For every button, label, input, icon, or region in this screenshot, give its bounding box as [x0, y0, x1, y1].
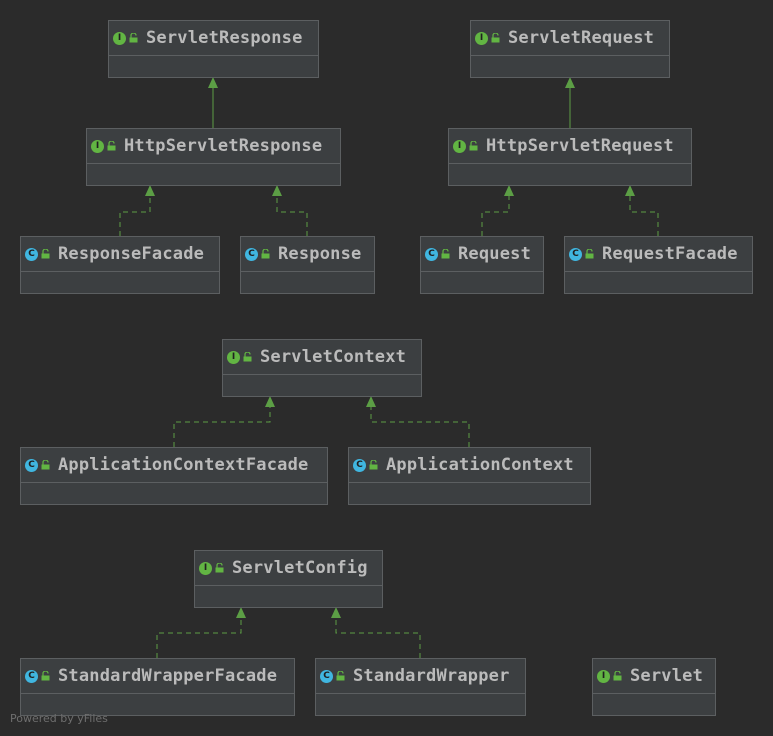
node-name: StandardWrapperFacade	[58, 666, 278, 686]
public-lock-icon	[585, 249, 594, 259]
class-icon: C	[569, 247, 582, 261]
node-standard-wrapper[interactable]: C StandardWrapper	[315, 658, 526, 716]
node-name: Servlet	[630, 666, 704, 686]
node-members	[87, 164, 340, 185]
node-name: Response	[278, 244, 362, 264]
public-lock-icon	[469, 141, 478, 151]
edge-response-facade-implements	[119, 196, 151, 236]
interface-icon: I	[475, 31, 488, 45]
node-members	[565, 272, 752, 293]
public-lock-icon	[215, 563, 224, 573]
node-request[interactable]: C Request	[420, 236, 544, 294]
node-members	[195, 586, 382, 607]
node-name: ServletRequest	[508, 28, 655, 48]
node-request-facade[interactable]: C RequestFacade	[564, 236, 753, 294]
arrowhead	[208, 77, 218, 88]
public-lock-icon	[41, 460, 50, 470]
node-members	[316, 694, 525, 715]
node-members	[223, 375, 421, 396]
node-members	[471, 56, 669, 77]
edge-app-context-implements	[370, 407, 470, 447]
interface-icon: I	[453, 139, 466, 153]
edge-std-wrapper-implements	[335, 618, 421, 658]
public-lock-icon	[491, 33, 500, 43]
node-response-facade[interactable]: C ResponseFacade	[20, 236, 220, 294]
edge-app-context-facade-implements	[173, 407, 271, 447]
node-servlet-config[interactable]: I ServletConfig	[194, 550, 383, 608]
node-standard-wrapper-facade[interactable]: C StandardWrapperFacade	[20, 658, 295, 716]
node-http-servlet-request[interactable]: I HttpServletRequest	[448, 128, 692, 186]
public-lock-icon	[41, 249, 50, 259]
class-icon: C	[25, 247, 38, 261]
node-name: HttpServletRequest	[486, 136, 674, 156]
node-name: ApplicationContextFacade	[58, 455, 309, 475]
class-icon: C	[25, 669, 38, 683]
arrowhead	[366, 396, 376, 407]
public-lock-icon	[613, 671, 622, 681]
class-icon: C	[245, 247, 258, 261]
node-servlet-request[interactable]: I ServletRequest	[470, 20, 670, 78]
edge-request-facade-implements	[629, 196, 659, 236]
node-name: HttpServletResponse	[124, 136, 323, 156]
arrowhead	[625, 185, 635, 196]
node-members	[593, 694, 715, 715]
edge-response-implements	[276, 196, 308, 236]
node-members	[449, 164, 691, 185]
arrowhead	[145, 185, 155, 196]
public-lock-icon	[336, 671, 345, 681]
edge-request-implements	[481, 196, 510, 236]
powered-by-label: Powered by yFiles	[10, 712, 108, 725]
node-members	[21, 483, 327, 504]
node-members	[349, 483, 590, 504]
node-name: ServletConfig	[232, 558, 368, 578]
interface-icon: I	[227, 350, 240, 364]
arrowhead	[236, 607, 246, 618]
arrowhead	[504, 185, 514, 196]
edge-std-wrapper-facade-implements	[156, 618, 242, 658]
arrowhead	[565, 77, 575, 88]
node-name: StandardWrapper	[353, 666, 510, 686]
public-lock-icon	[243, 352, 252, 362]
interface-icon: I	[199, 561, 212, 575]
node-application-context[interactable]: C ApplicationContext	[348, 447, 591, 505]
node-name: Request	[458, 244, 532, 264]
public-lock-icon	[107, 141, 116, 151]
node-servlet-response[interactable]: I ServletResponse	[108, 20, 319, 78]
class-icon: C	[320, 669, 333, 683]
node-name: ApplicationContext	[386, 455, 574, 475]
node-name: ServletContext	[260, 347, 407, 367]
node-name: RequestFacade	[602, 244, 738, 264]
node-name: ResponseFacade	[58, 244, 205, 264]
node-members	[109, 56, 318, 77]
public-lock-icon	[129, 33, 138, 43]
arrowhead	[331, 607, 341, 618]
arrowhead	[272, 185, 282, 196]
interface-icon: I	[597, 669, 610, 683]
node-name: ServletResponse	[146, 28, 303, 48]
node-members	[21, 272, 219, 293]
node-members	[421, 272, 543, 293]
public-lock-icon	[41, 671, 50, 681]
node-application-context-facade[interactable]: C ApplicationContextFacade	[20, 447, 328, 505]
class-icon: C	[25, 458, 38, 472]
node-members	[241, 272, 374, 293]
class-icon: C	[353, 458, 366, 472]
class-icon: C	[425, 247, 438, 261]
arrowhead	[265, 396, 275, 407]
interface-icon: I	[91, 139, 104, 153]
node-servlet[interactable]: I Servlet	[592, 658, 716, 716]
public-lock-icon	[261, 249, 270, 259]
node-http-servlet-response[interactable]: I HttpServletResponse	[86, 128, 341, 186]
node-servlet-context[interactable]: I ServletContext	[222, 339, 422, 397]
interface-icon: I	[113, 31, 126, 45]
public-lock-icon	[369, 460, 378, 470]
node-response[interactable]: C Response	[240, 236, 375, 294]
public-lock-icon	[441, 249, 450, 259]
